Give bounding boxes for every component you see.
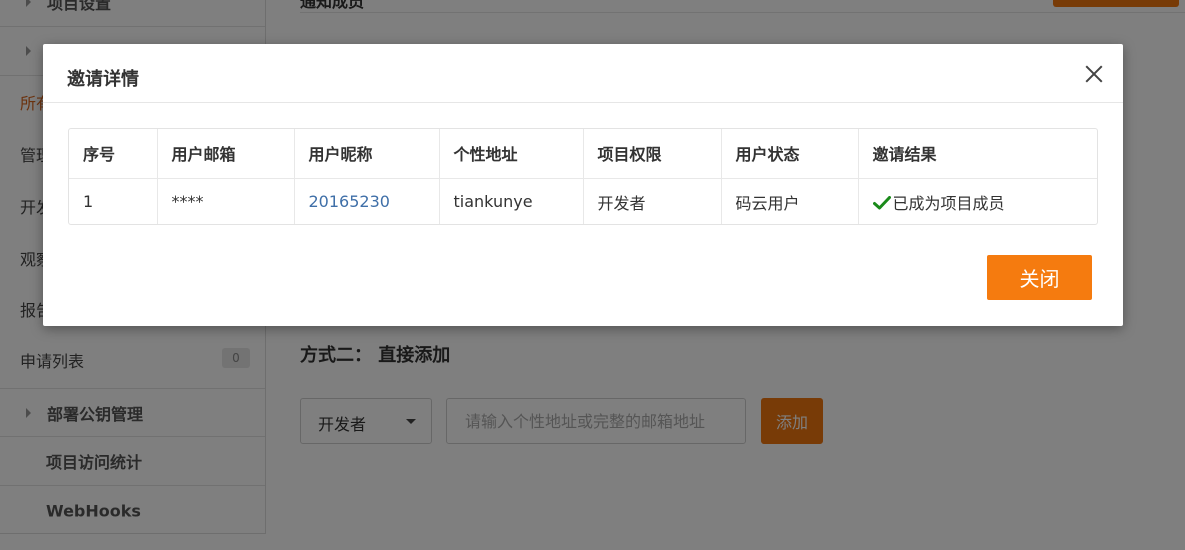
modal-title: 邀请详情 [67, 69, 139, 90]
table-header-row: 序号 用户邮箱 用户昵称 个性地址 项目权限 用户状态 邀请结果 [69, 129, 1097, 178]
cell-result: 已成为项目成员 [858, 178, 1097, 224]
close-button[interactable]: 关闭 [987, 255, 1092, 300]
column-header-nickname: 用户昵称 [294, 129, 440, 178]
column-header-status: 用户状态 [721, 129, 859, 178]
cell-email: **** [157, 178, 295, 224]
table-row: 1 **** 20165230 tiankunye 开发者 码云用户 已成为项目… [69, 178, 1097, 224]
cell-nickname-link[interactable]: 20165230 [294, 178, 440, 224]
column-header-address: 个性地址 [439, 129, 584, 178]
column-header-permission: 项目权限 [583, 129, 722, 178]
result-text: 已成为项目成员 [892, 193, 1005, 213]
cell-index: 1 [69, 178, 158, 224]
modal-header: 邀请详情 [43, 44, 1123, 103]
invite-details-table: 序号 用户邮箱 用户昵称 个性地址 项目权限 用户状态 邀请结果 1 **** … [68, 128, 1098, 225]
column-header-index: 序号 [69, 129, 158, 178]
column-header-result: 邀请结果 [872, 145, 937, 165]
cell-permission: 开发者 [583, 178, 722, 224]
cell-status: 码云用户 [721, 178, 859, 224]
cell-address: tiankunye [439, 178, 584, 224]
checkmark-icon [872, 195, 891, 210]
invite-details-modal: 邀请详情 序号 用户邮箱 用户昵称 个性地址 项目权限 用户状态 邀请结果 1 … [43, 44, 1123, 326]
column-header-email: 用户邮箱 [157, 129, 295, 178]
close-icon[interactable] [1081, 61, 1107, 87]
